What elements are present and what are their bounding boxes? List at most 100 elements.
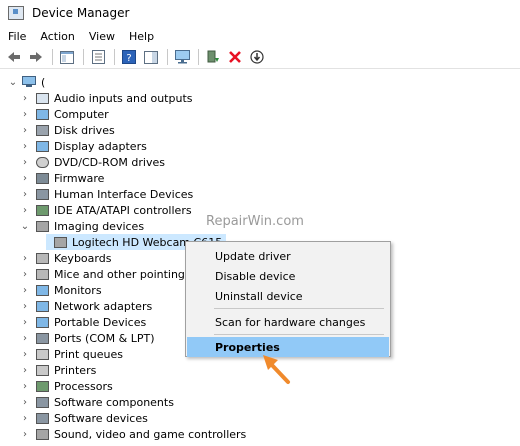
toolbar-divider bbox=[198, 49, 199, 65]
menu-action[interactable]: Action bbox=[32, 30, 80, 43]
menu-view[interactable]: View bbox=[81, 30, 121, 43]
menu-separator bbox=[214, 308, 384, 309]
keyboard-icon bbox=[36, 252, 49, 264]
chevron-right-icon[interactable]: › bbox=[20, 331, 30, 345]
tree-item[interactable]: › Network adapters bbox=[20, 298, 152, 314]
tree-item-label: Human Interface Devices bbox=[54, 187, 194, 201]
menu-item-label: Uninstall device bbox=[215, 289, 303, 303]
toolbar: ? bbox=[0, 46, 520, 69]
print-queue-icon bbox=[36, 348, 49, 360]
chevron-right-icon[interactable]: › bbox=[20, 155, 30, 169]
tree-item[interactable]: › Ports (COM & LPT) bbox=[20, 330, 155, 346]
tree-item[interactable]: › Keyboards bbox=[20, 250, 111, 266]
tree-item-label: Imaging devices bbox=[54, 219, 145, 233]
tree-item-label: Audio inputs and outputs bbox=[54, 91, 193, 105]
tree-item[interactable]: › Printers bbox=[20, 362, 96, 378]
chevron-right-icon[interactable]: › bbox=[20, 91, 30, 105]
chevron-right-icon[interactable]: › bbox=[20, 315, 30, 329]
tree-item[interactable]: › DVD/CD-ROM drives bbox=[20, 154, 165, 170]
chevron-down-icon[interactable]: ⌄ bbox=[8, 75, 18, 89]
uninstall-red-x-icon[interactable] bbox=[227, 49, 243, 65]
chevron-right-icon[interactable]: › bbox=[20, 171, 30, 185]
tree-item[interactable]: › Firmware bbox=[20, 170, 104, 186]
toolbar-divider bbox=[167, 49, 168, 65]
chevron-right-icon[interactable]: › bbox=[20, 107, 30, 121]
menu-help[interactable]: Help bbox=[121, 30, 160, 43]
menu-item-disable-device[interactable]: Disable device bbox=[187, 266, 389, 286]
tree-item[interactable]: › Human Interface Devices bbox=[20, 186, 193, 202]
computer-icon bbox=[36, 108, 49, 120]
chevron-down-icon[interactable]: ⌄ bbox=[20, 219, 30, 233]
chevron-right-icon[interactable]: › bbox=[20, 251, 30, 265]
chevron-right-icon[interactable]: › bbox=[20, 203, 30, 217]
menu-file[interactable]: File bbox=[0, 30, 32, 43]
forward-icon[interactable] bbox=[28, 49, 44, 65]
tree-item[interactable]: › Disk drives bbox=[20, 122, 115, 138]
tree-item[interactable]: › Display adapters bbox=[20, 138, 147, 154]
toolbar-divider bbox=[83, 49, 84, 65]
tree-item[interactable]: › Software devices bbox=[20, 410, 148, 426]
tree-item[interactable]: › Software components bbox=[20, 394, 174, 410]
tree-item-label: Mice and other pointing de bbox=[54, 267, 203, 281]
chevron-right-icon[interactable]: › bbox=[20, 139, 30, 153]
port-icon bbox=[36, 332, 49, 344]
imaging-devices-icon bbox=[36, 220, 49, 232]
tree-item-label: Firmware bbox=[54, 171, 105, 185]
tree-item[interactable]: › Audio inputs and outputs bbox=[20, 90, 193, 106]
properties-sheet-icon[interactable] bbox=[90, 49, 106, 65]
pointer-arrow-icon bbox=[263, 355, 290, 384]
toolbar-divider bbox=[114, 49, 115, 65]
chevron-right-icon[interactable]: › bbox=[20, 363, 30, 377]
tree-item[interactable]: › Print queues bbox=[20, 346, 123, 362]
action-pane-icon[interactable] bbox=[143, 49, 159, 65]
console-tree-icon[interactable] bbox=[59, 49, 75, 65]
chevron-right-icon[interactable]: › bbox=[20, 411, 30, 425]
software-devices-icon bbox=[36, 412, 49, 424]
tree-item[interactable]: › Sound, video and game controllers bbox=[20, 426, 246, 442]
monitor-icon[interactable] bbox=[174, 49, 190, 65]
download-circle-icon[interactable] bbox=[249, 49, 265, 65]
tree-item[interactable]: › Portable Devices bbox=[20, 314, 146, 330]
tree-item-label: Processors bbox=[54, 379, 113, 393]
tree-root[interactable]: ⌄ ( bbox=[8, 74, 46, 90]
webcam-icon bbox=[54, 236, 67, 248]
tree-item-label: Monitors bbox=[54, 283, 102, 297]
tree-item-label: Display adapters bbox=[54, 139, 147, 153]
tree-item-label: Printers bbox=[54, 363, 97, 377]
tree-item[interactable]: › IDE ATA/ATAPI controllers bbox=[20, 202, 192, 218]
chevron-right-icon[interactable]: › bbox=[20, 347, 30, 361]
chevron-right-icon[interactable]: › bbox=[20, 187, 30, 201]
title-bar: Device Manager bbox=[0, 0, 520, 26]
tree-item-label: Print queues bbox=[54, 347, 123, 361]
update-driver-icon[interactable] bbox=[205, 49, 221, 65]
back-icon[interactable] bbox=[6, 49, 22, 65]
portable-devices-icon bbox=[36, 316, 49, 328]
help-icon[interactable]: ? bbox=[121, 49, 137, 65]
tree-item-label: Network adapters bbox=[54, 299, 153, 313]
tree-item-label: Keyboards bbox=[54, 251, 112, 265]
tree-item[interactable]: › Processors bbox=[20, 378, 113, 394]
chevron-right-icon[interactable]: › bbox=[20, 299, 30, 313]
window-title: Device Manager bbox=[32, 6, 130, 20]
dvd-drive-icon bbox=[36, 156, 49, 168]
chevron-right-icon[interactable]: › bbox=[20, 267, 30, 281]
chevron-right-icon[interactable]: › bbox=[20, 395, 30, 409]
svg-text:?: ? bbox=[126, 53, 131, 64]
tree-item[interactable]: › Monitors bbox=[20, 282, 102, 298]
toolbar-divider bbox=[52, 49, 53, 65]
tree-item[interactable]: ⌄ Imaging devices bbox=[20, 218, 144, 234]
menu-item-uninstall-device[interactable]: Uninstall device bbox=[187, 286, 389, 306]
tree-item[interactable]: › Mice and other pointing de bbox=[20, 266, 202, 282]
sound-video-icon bbox=[36, 428, 49, 440]
chevron-right-icon[interactable]: › bbox=[20, 379, 30, 393]
menu-item-label: Disable device bbox=[215, 269, 296, 283]
processor-icon bbox=[36, 380, 49, 392]
chevron-right-icon[interactable]: › bbox=[20, 283, 30, 297]
menu-item-scan-hardware[interactable]: Scan for hardware changes bbox=[187, 312, 389, 332]
tree-item-label: Disk drives bbox=[54, 123, 115, 137]
chevron-right-icon[interactable]: › bbox=[20, 123, 30, 137]
speaker-icon bbox=[36, 92, 49, 104]
chevron-right-icon[interactable]: › bbox=[20, 427, 30, 441]
menu-item-update-driver[interactable]: Update driver bbox=[187, 246, 389, 266]
tree-item[interactable]: › Computer bbox=[20, 106, 109, 122]
